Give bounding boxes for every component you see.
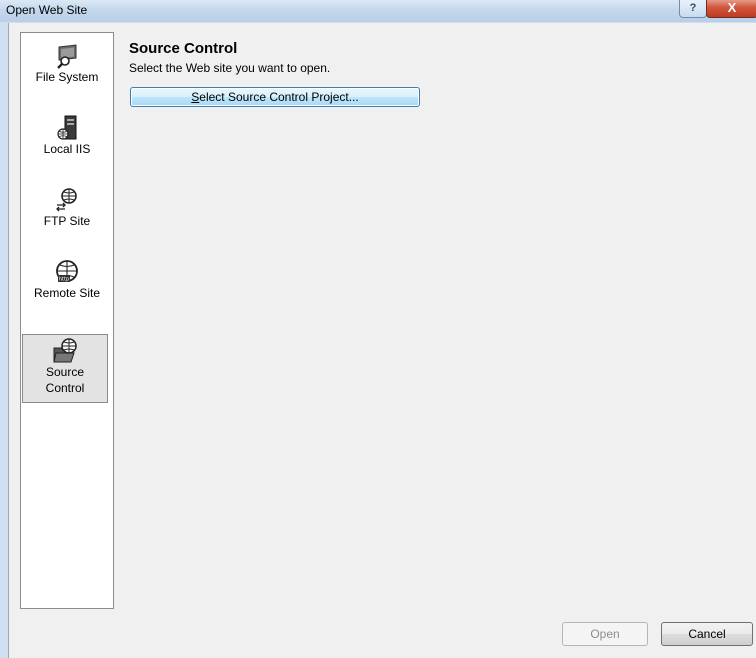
button-label: elect Source Control Project... (199, 90, 359, 104)
local-iis-icon (57, 115, 77, 140)
file-system-icon (57, 44, 77, 69)
sidebar-item-label-line1: Source (45, 365, 85, 379)
sidebar-item-label: Local IIS (43, 142, 91, 156)
source-control-icon (53, 338, 77, 363)
close-button[interactable]: X (706, 0, 756, 18)
page-title: Source Control (129, 40, 238, 57)
help-button[interactable]: ? (679, 0, 707, 18)
title-bar[interactable]: Open Web Site ? X (0, 0, 756, 22)
remote-site-icon: http (56, 260, 78, 283)
sidebar-item-label-line2: Control (45, 381, 85, 395)
sidebar-item-label: File System (35, 70, 99, 84)
open-button[interactable]: Open (562, 622, 648, 646)
sidebar-item-source-control[interactable]: Source Control (22, 334, 108, 403)
sidebar-item-ftp-site[interactable]: FTP Site (21, 187, 113, 229)
sidebar-item-remote-site[interactable]: http Remote Site (21, 259, 113, 301)
select-source-control-project-button[interactable]: Select Source Control Project... (130, 87, 420, 107)
open-web-site-dialog: Open Web Site ? X File System Local IIS … (0, 0, 756, 658)
sidebar-item-label: FTP Site (43, 214, 91, 228)
ftp-site-icon (56, 188, 77, 212)
dialog-body: File System Local IIS FTP Site http Remo… (8, 23, 756, 658)
sidebar-item-file-system[interactable]: File System (21, 43, 113, 85)
location-sidebar: File System Local IIS FTP Site http Remo… (20, 32, 114, 609)
sidebar-item-local-iis[interactable]: Local IIS (21, 115, 113, 157)
page-description: Select the Web site you want to open. (129, 61, 331, 75)
svg-text:http: http (59, 277, 69, 283)
sidebar-item-label: Remote Site (33, 286, 101, 300)
window-title: Open Web Site (6, 3, 88, 17)
cancel-button[interactable]: Cancel (661, 622, 753, 646)
